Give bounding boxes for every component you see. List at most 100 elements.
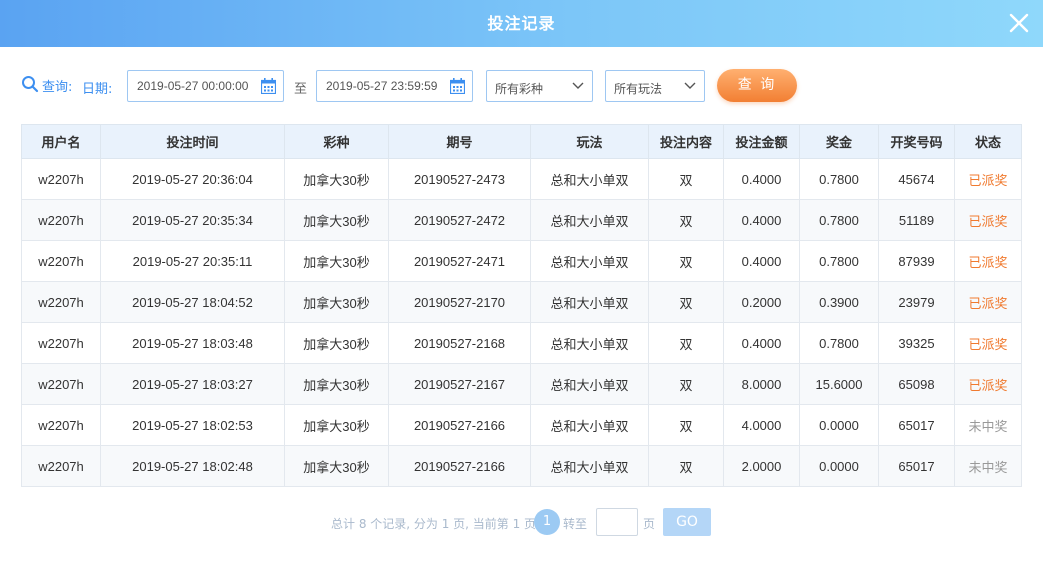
status-cell: 未中奖	[954, 404, 1022, 446]
calendar-icon[interactable]	[450, 78, 465, 94]
table-cell: 20190527-2472	[388, 199, 531, 241]
table-cell: 0.7800	[799, 158, 879, 200]
date-label: 日期:	[82, 82, 113, 97]
status-cell: 已派奖	[954, 240, 1022, 282]
table-cell: 双	[648, 240, 724, 282]
query-button[interactable]: 查 询	[717, 69, 797, 102]
table-row: w2207h 2019-05-27 20:35:11 加拿大30秒 20190527-…	[21, 240, 1022, 282]
status-cell: 已派奖	[954, 199, 1022, 241]
column-header: 投注时间	[100, 124, 285, 159]
table-cell: 0.7800	[799, 240, 879, 282]
table-cell: 双	[648, 199, 724, 241]
end-date-input[interactable]: 2019-05-27 23:59:59	[316, 70, 473, 102]
table-cell: 0.4000	[723, 199, 800, 241]
table-cell: 20190527-2170	[388, 281, 531, 323]
table-cell: 20190527-2473	[388, 158, 531, 200]
status-cell: 未中奖	[954, 445, 1022, 487]
start-date-input[interactable]: 2019-05-27 00:00:00	[127, 70, 284, 102]
table-cell: 总和大小单双	[530, 363, 649, 405]
table-cell: 0.4000	[723, 240, 800, 282]
table-cell: 0.0000	[799, 404, 879, 446]
table-cell: 87939	[878, 240, 955, 282]
chevron-down-icon	[684, 82, 696, 89]
table-cell: 0.0000	[799, 445, 879, 487]
column-header: 状态	[954, 124, 1022, 159]
table-cell: w2207h	[21, 404, 101, 446]
records-table: 用户名 投注时间 彩种 期号 玩法 投注内容 投注金额 奖金 开奖号码 状态 w2207h 2019…	[21, 124, 1022, 487]
lottery-type-value: 所有彩种	[495, 82, 544, 96]
table-cell: 0.4000	[723, 158, 800, 200]
goto-label: 转至	[563, 517, 588, 531]
table-cell: 15.6000	[799, 363, 879, 405]
table-cell: 20190527-2168	[388, 322, 531, 364]
column-header: 开奖号码	[878, 124, 955, 159]
table-cell: w2207h	[21, 322, 101, 364]
table-row: w2207h 2019-05-27 18:02:53 加拿大30秒 20190527-…	[21, 404, 1022, 446]
table-cell: 8.0000	[723, 363, 800, 405]
status-cell: 已派奖	[954, 281, 1022, 323]
query-label: 查询:	[42, 80, 73, 95]
table-cell: 65017	[878, 404, 955, 446]
table-cell: 39325	[878, 322, 955, 364]
filter-bar: 查询: 日期: 2019-05-27 00:00:00 至 2019-05-27…	[0, 69, 1043, 103]
table-cell: w2207h	[21, 199, 101, 241]
calendar-icon[interactable]	[261, 78, 276, 94]
end-date-value: 2019-05-27 23:59:59	[326, 79, 438, 93]
table-row: w2207h 2019-05-27 18:03:48 加拿大30秒 20190527-…	[21, 322, 1022, 364]
close-button[interactable]	[1005, 9, 1033, 37]
start-date-value: 2019-05-27 00:00:00	[137, 79, 249, 93]
search-icon	[22, 76, 39, 93]
column-header: 投注内容	[648, 124, 724, 159]
table-cell: w2207h	[21, 240, 101, 282]
table-cell: 双	[648, 281, 724, 323]
go-button[interactable]: GO	[663, 508, 711, 536]
table-cell: 加拿大30秒	[284, 158, 389, 200]
to-label: 至	[294, 82, 308, 97]
page-jump-input[interactable]	[596, 508, 638, 536]
page-number-button[interactable]: 1	[534, 509, 560, 535]
bet-records-dialog: 投注记录 查询: 日期: 2019-05-27 00:00:00 至 2019-…	[0, 0, 1043, 582]
table-cell: 加拿大30秒	[284, 404, 389, 446]
table-cell: 总和大小单双	[530, 158, 649, 200]
table-cell: 2019-05-27 18:03:48	[100, 322, 285, 364]
table-cell: 0.7800	[799, 199, 879, 241]
table-cell: 总和大小单双	[530, 322, 649, 364]
table-cell: 2019-05-27 18:02:53	[100, 404, 285, 446]
play-type-value: 所有玩法	[614, 82, 663, 96]
table-row: w2207h 2019-05-27 20:36:04 加拿大30秒 20190527-…	[21, 158, 1022, 200]
lottery-type-select[interactable]: 所有彩种	[486, 70, 593, 102]
table-cell: 总和大小单双	[530, 281, 649, 323]
table-cell: 总和大小单双	[530, 404, 649, 446]
table-cell: 0.3900	[799, 281, 879, 323]
table-row: w2207h 2019-05-27 18:04:52 加拿大30秒 20190527-…	[21, 281, 1022, 323]
table-cell: 加拿大30秒	[284, 199, 389, 241]
table-cell: 总和大小单双	[530, 240, 649, 282]
table-cell: 23979	[878, 281, 955, 323]
table-cell: 20190527-2166	[388, 445, 531, 487]
column-header: 彩种	[284, 124, 389, 159]
column-header: 奖金	[799, 124, 879, 159]
table-cell: 加拿大30秒	[284, 363, 389, 405]
table-row: w2207h 2019-05-27 18:03:27 加拿大30秒 20190527-…	[21, 363, 1022, 405]
column-header: 期号	[388, 124, 531, 159]
play-type-select[interactable]: 所有玩法	[605, 70, 705, 102]
table-cell: 2.0000	[723, 445, 800, 487]
page-unit-label: 页	[643, 517, 656, 531]
table-row: w2207h 2019-05-27 18:02:48 加拿大30秒 20190527-…	[21, 445, 1022, 487]
table-cell: 加拿大30秒	[284, 281, 389, 323]
table-cell: w2207h	[21, 281, 101, 323]
close-icon	[1009, 13, 1029, 33]
pagination: 总计 8 个记录, 分为 1 页, 当前第 1 页 1 转至 页 GO	[0, 507, 1043, 537]
table-cell: 65017	[878, 445, 955, 487]
records-table-wrap: 用户名 投注时间 彩种 期号 玩法 投注内容 投注金额 奖金 开奖号码 状态 w2207h 2019…	[21, 124, 1022, 487]
dialog-title: 投注记录	[487, 14, 556, 33]
table-cell: 双	[648, 158, 724, 200]
table-body: w2207h 2019-05-27 20:36:04 加拿大30秒 20190527-…	[21, 158, 1022, 487]
table-cell: 加拿大30秒	[284, 322, 389, 364]
table-cell: 加拿大30秒	[284, 445, 389, 487]
table-cell: 0.4000	[723, 322, 800, 364]
table-cell: 2019-05-27 18:02:48	[100, 445, 285, 487]
column-header: 玩法	[530, 124, 649, 159]
table-cell: 加拿大30秒	[284, 240, 389, 282]
table-row: w2207h 2019-05-27 20:35:34 加拿大30秒 20190527-…	[21, 199, 1022, 241]
